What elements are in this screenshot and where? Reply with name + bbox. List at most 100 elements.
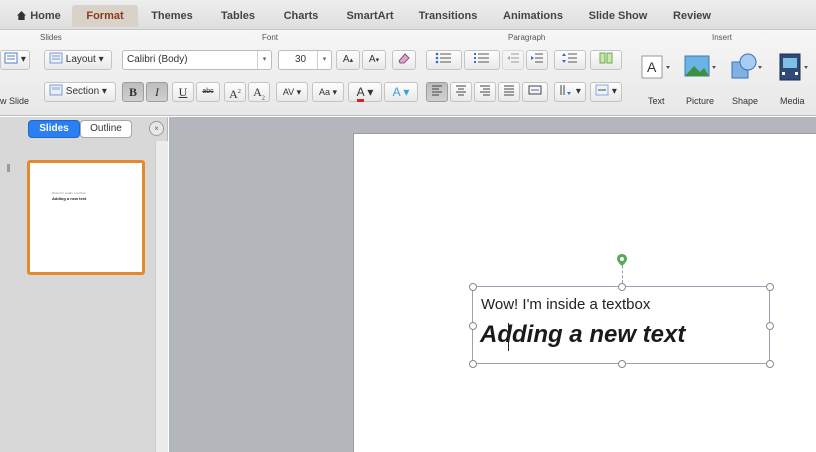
superscript-label: A <box>229 87 238 101</box>
grow-font-label: A <box>342 54 350 65</box>
text-direction-button[interactable]: ▾ <box>554 82 586 102</box>
subscript-button[interactable]: A2 <box>248 82 270 102</box>
current-slide[interactable]: Wow! I'm inside a textbox Adding a new t… <box>353 133 816 452</box>
close-icon: × <box>154 124 159 133</box>
tab-themes[interactable]: Themes <box>146 5 198 27</box>
section-icon <box>49 84 63 96</box>
clear-formatting-button[interactable] <box>392 50 416 70</box>
justify-button[interactable] <box>498 82 520 102</box>
text-highlight-button[interactable]: A ▾ <box>384 82 418 102</box>
section-label: Section <box>65 86 100 97</box>
slides-view-tab[interactable]: Slides <box>28 120 80 138</box>
textbox-line-1[interactable]: Wow! I'm inside a textbox <box>481 296 650 313</box>
increase-indent-button[interactable] <box>526 50 548 70</box>
slide-thumbnail-1[interactable]: Wow! I'm inside a textbox Adding a new t… <box>27 160 145 275</box>
decrease-indent-button[interactable] <box>502 50 524 70</box>
textbox-line-2[interactable]: Adding a new text <box>480 321 685 349</box>
text-highlight-label: A <box>392 85 400 99</box>
resize-handle-top-left[interactable] <box>469 283 477 291</box>
picture-icon <box>684 55 716 77</box>
media-icon <box>779 53 808 81</box>
insert-media-label: Media <box>780 96 805 106</box>
text-cursor <box>508 323 509 351</box>
font-color-button[interactable]: A ▾ <box>348 82 382 102</box>
bullets-button[interactable] <box>426 50 462 70</box>
tab-animations[interactable]: Animations <box>496 5 570 27</box>
tab-smartart-label: SmartArt <box>346 10 394 22</box>
tab-home-label: Home <box>30 10 61 22</box>
bold-button[interactable]: B <box>122 82 144 102</box>
decrease-indent-icon <box>507 53 519 63</box>
font-size-dropdown-icon: ▾ <box>317 51 331 69</box>
resize-handle-left[interactable] <box>469 322 477 330</box>
selected-textbox[interactable]: Wow! I'm inside a textbox Adding a new t… <box>469 254 774 368</box>
line-spacing-button[interactable] <box>554 50 586 70</box>
tab-format[interactable]: Format <box>72 5 138 27</box>
tab-review[interactable]: Review <box>664 5 720 27</box>
strikethrough-label: abc <box>202 88 214 95</box>
tab-smartart[interactable]: SmartArt <box>340 5 400 27</box>
change-case-button[interactable]: Aa ▾ <box>312 82 344 102</box>
align-right-button[interactable] <box>474 82 496 102</box>
tab-transitions[interactable]: Transitions <box>412 5 484 27</box>
new-slide-button[interactable]: ▾ <box>0 50 30 70</box>
character-spacing-button[interactable]: AV ▾ <box>276 82 308 102</box>
align-text-button[interactable]: ▾ <box>590 82 622 102</box>
tab-tables[interactable]: Tables <box>214 5 262 27</box>
columns-button[interactable] <box>590 50 622 70</box>
font-family-dropdown-icon: ▾ <box>257 51 271 69</box>
align-center-icon <box>456 85 466 96</box>
resize-handle-bottom-right[interactable] <box>766 360 774 368</box>
resize-handle-top-right[interactable] <box>766 283 774 291</box>
group-label-font: Font <box>262 33 279 42</box>
thumbnail-text-line1: Wow! I'm inside a textbox <box>52 191 86 195</box>
align-right-icon <box>480 85 490 96</box>
character-spacing-label: AV <box>282 87 295 97</box>
slides-view-label: Slides <box>39 123 69 134</box>
outline-view-tab[interactable]: Outline <box>80 120 132 138</box>
layout-label: Layout <box>65 54 96 65</box>
numbering-button[interactable] <box>464 50 500 70</box>
tab-slide-show[interactable]: Slide Show <box>582 5 654 27</box>
close-panel-button[interactable]: × <box>149 121 164 136</box>
tab-charts[interactable]: Charts <box>276 5 326 27</box>
insert-media-button[interactable] <box>776 48 812 88</box>
tab-home[interactable]: Home <box>8 5 70 27</box>
resize-handle-top[interactable] <box>618 283 626 291</box>
ribbon: Slides Font Paragraph Insert ▾ w Slide L… <box>0 30 816 116</box>
slide-editing-canvas: Wow! I'm inside a textbox Adding a new t… <box>169 117 816 452</box>
layout-button[interactable]: Layout ▾ <box>44 50 112 70</box>
underline-label: U <box>178 85 188 99</box>
panel-scrollbar[interactable] <box>155 141 168 452</box>
thumbnail-text-line2: Adding a new text <box>52 196 87 201</box>
shrink-font-button[interactable]: A▾ <box>362 50 386 70</box>
tab-format-label: Format <box>86 10 124 22</box>
line-spacing-icon <box>562 53 577 63</box>
rotation-handle-icon[interactable] <box>616 253 628 267</box>
bullet-list-icon <box>435 52 451 64</box>
section-button[interactable]: Section ▾ <box>44 82 116 102</box>
resize-handle-bottom[interactable] <box>618 360 626 368</box>
align-center-button[interactable] <box>450 82 472 102</box>
tab-tables-label: Tables <box>220 10 256 22</box>
strikethrough-button[interactable]: abc <box>196 82 220 102</box>
tab-animations-label: Animations <box>503 10 563 22</box>
font-size-select[interactable]: 30 ▾ <box>278 50 332 70</box>
insert-text-button[interactable]: A <box>638 48 674 88</box>
subscript-label: A <box>253 85 262 99</box>
align-left-button[interactable] <box>426 82 448 102</box>
grow-font-button[interactable]: A▴ <box>336 50 360 70</box>
resize-handle-right[interactable] <box>766 322 774 330</box>
italic-button[interactable]: I <box>146 82 168 102</box>
superscript-button[interactable]: A2 <box>224 82 246 102</box>
numbered-list-icon <box>474 53 489 63</box>
font-family-value: Calibri (Body) <box>127 54 188 65</box>
font-family-select[interactable]: Calibri (Body) ▾ <box>122 50 272 70</box>
resize-handle-bottom-left[interactable] <box>469 360 477 368</box>
tab-transitions-label: Transitions <box>418 10 478 22</box>
insert-shape-button[interactable] <box>728 48 764 88</box>
distribute-button[interactable] <box>522 82 548 102</box>
underline-button[interactable]: U <box>172 82 194 102</box>
ribbon-tab-bar: Home Format Themes Tables Charts SmartAr… <box>0 0 816 30</box>
insert-picture-button[interactable] <box>682 48 718 88</box>
